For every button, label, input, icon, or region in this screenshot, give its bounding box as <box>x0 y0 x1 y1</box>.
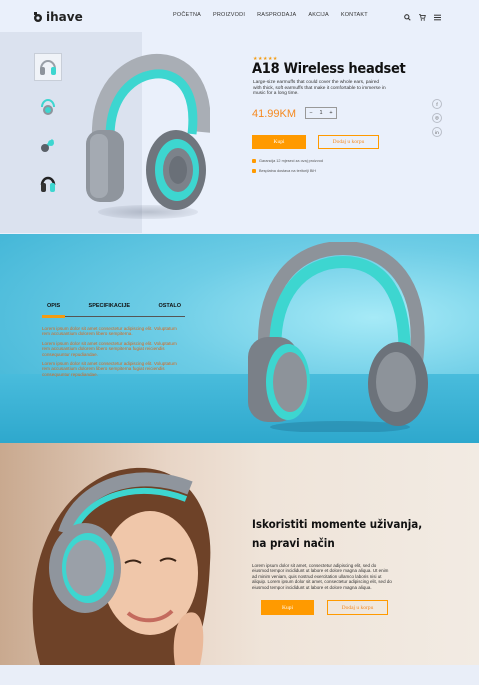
nav-item-rasprodaja[interactable]: RASPRODAJA <box>257 12 296 18</box>
product-price: 41.99KM <box>252 108 297 120</box>
lifestyle-text: Lorem ipsum dolor sit amet, consectetur … <box>252 563 392 590</box>
lifestyle-photo <box>32 467 211 665</box>
qty-value[interactable]: 1 <box>319 110 322 116</box>
product-description: Large-size earmuffs that could cover the… <box>253 80 386 96</box>
shipping-icon <box>252 169 256 173</box>
nav-item-akcija[interactable]: AKCIJA <box>308 12 328 18</box>
lifestyle-title-line-1: Iskoristiti momente uživanja, <box>252 517 423 531</box>
details-paragraph-1: Lorem ipsum dolor sit amet consectetur a… <box>42 326 177 337</box>
header-icons <box>404 14 441 23</box>
warranty-icon <box>252 159 256 163</box>
brand-logo[interactable]: ihave <box>32 10 83 24</box>
quantity-stepper: − 1 + <box>305 107 337 119</box>
instagram-icon[interactable]: ◎ <box>432 113 442 123</box>
shipping-note: Besplatna dostava na teritoriji BiH <box>252 169 316 173</box>
thumbnail-front[interactable] <box>34 53 62 81</box>
product-image <box>86 53 210 210</box>
thumbnail-side[interactable] <box>34 92 62 120</box>
linkedin-icon[interactable]: in <box>432 127 442 137</box>
main-nav: POČETNA PROIZVODI RASPRODAJA AKCIJA KONT… <box>173 12 368 18</box>
lifestyle-buy-button[interactable]: Kupi <box>261 600 314 615</box>
details-tabs: OPIS SPECIFIKACIJE OSTALO <box>47 303 181 309</box>
nav-item-kontakt[interactable]: KONTAKT <box>341 12 368 18</box>
page-footer-strip <box>0 665 479 685</box>
logo-text: ihave <box>46 10 83 24</box>
qty-minus-button[interactable]: − <box>309 110 312 116</box>
product-title: A18 Wireless headset <box>252 61 406 77</box>
tab-ostalo[interactable]: OSTALO <box>158 303 181 309</box>
active-tab-indicator <box>42 315 65 318</box>
qty-plus-button[interactable]: + <box>329 110 332 116</box>
nav-item-pocetna[interactable]: POČETNA <box>173 12 201 18</box>
warranty-note: Garancija 12 mjeseci za ovaj proizvod <box>252 159 323 163</box>
site-header: ihave POČETNA PROIZVODI RASPRODAJA AKCIJ… <box>0 0 479 32</box>
menu-icon[interactable] <box>434 14 441 23</box>
warranty-text: Garancija 12 mjeseci za ovaj proizvod <box>259 159 323 163</box>
details-paragraph-2: Lorem ipsum dolor sit amet consectetur a… <box>42 341 177 357</box>
product-thumbnails <box>34 53 62 198</box>
thumbnail-dark[interactable] <box>34 170 62 198</box>
facebook-icon[interactable]: f <box>432 99 442 109</box>
add-to-cart-button[interactable]: Dodaj u korpu <box>318 135 379 149</box>
logo-icon <box>34 12 42 22</box>
social-links: f ◎ in <box>432 99 442 137</box>
lifestyle-title-line-2: na pravi način <box>252 536 335 550</box>
details-section: OPIS SPECIFIKACIJE OSTALO Lorem ipsum do… <box>0 234 479 443</box>
cart-icon[interactable] <box>419 14 426 23</box>
lifestyle-add-to-cart-button[interactable]: Dodaj u korpu <box>327 600 388 615</box>
buy-button[interactable]: Kupi <box>252 135 306 149</box>
nav-item-proizvodi[interactable]: PROIZVODI <box>213 12 245 18</box>
tab-opis[interactable]: OPIS <box>47 303 60 309</box>
thumbnail-folded[interactable] <box>34 131 62 159</box>
tab-specifikacije[interactable]: SPECIFIKACIJE <box>89 303 131 309</box>
lifestyle-section: Iskoristiti momente uživanja, na pravi n… <box>0 443 479 665</box>
shipping-text: Besplatna dostava na teritoriji BiH <box>259 169 316 173</box>
search-icon[interactable] <box>404 14 411 23</box>
details-product-image <box>248 242 428 432</box>
details-paragraph-3: Lorem ipsum dolor sit amet consectetur a… <box>42 361 177 377</box>
